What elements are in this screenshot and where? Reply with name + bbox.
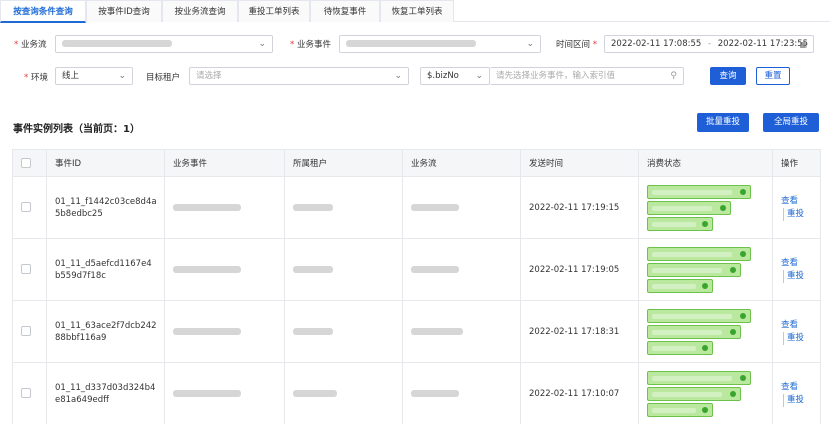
redacted-tenant xyxy=(293,203,333,211)
tab-pending-recovery[interactable]: 待恢复事件 xyxy=(310,0,380,22)
redacted-tenant xyxy=(293,265,333,273)
env-select[interactable]: 线上 ⌄ xyxy=(55,67,133,85)
tenant-label: 目标租户 xyxy=(146,73,181,83)
time-range-label: 时间区间 * xyxy=(556,40,597,50)
status-badge xyxy=(647,262,741,277)
col-event-id: 事件ID xyxy=(46,149,165,177)
query-button[interactable]: 查询 xyxy=(710,67,746,85)
batch-retry-button[interactable]: 批量重投 xyxy=(697,113,749,132)
redacted-value xyxy=(62,40,172,47)
redacted-biz-flow xyxy=(411,389,459,397)
redacted-value xyxy=(346,40,476,47)
list-title: 事件实例列表（当前页：1） xyxy=(13,124,140,135)
tab-by-condition[interactable]: 按查询条件查询 xyxy=(0,0,86,23)
send-time: 2022-02-11 17:18:31 xyxy=(520,300,639,363)
send-time: 2022-02-11 17:10:07 xyxy=(520,362,639,424)
col-send-time: 发送时间 xyxy=(520,149,639,177)
redacted-tenant xyxy=(293,389,337,397)
redacted-tenant xyxy=(293,327,333,335)
reset-button[interactable]: 重置 xyxy=(756,67,790,85)
status-badge xyxy=(647,324,741,339)
status-badge xyxy=(647,386,741,401)
redacted-biz-event xyxy=(173,389,241,397)
redacted-biz-event xyxy=(173,203,241,211)
event-id: 01_11_d337d03d324b4e81a649edff xyxy=(55,382,156,405)
tenant-placeholder: 请选择 xyxy=(196,71,222,81)
time-start: 2022-02-11 17:08:55 xyxy=(611,39,702,49)
tab-bar: 按查询条件查询 按事件ID查询 按业务流查询 重投工单列表 待恢复事件 恢复工单… xyxy=(0,0,830,23)
index-key-select[interactable]: $.bizNo ⌄ xyxy=(420,67,490,85)
retry-link[interactable]: 重投 xyxy=(783,207,820,221)
chevron-down-icon: ⌄ xyxy=(118,71,126,81)
env-value: 线上 xyxy=(62,71,80,81)
row-checkbox[interactable] xyxy=(21,264,31,275)
status-badge xyxy=(647,402,713,417)
col-biz-event: 业务事件 xyxy=(164,149,285,177)
tab-recovery-orders[interactable]: 恢复工单列表 xyxy=(380,0,454,22)
chevron-down-icon: ⌄ xyxy=(526,39,534,49)
status-badge xyxy=(647,216,713,231)
redacted-biz-flow xyxy=(411,327,463,335)
retry-link[interactable]: 重投 xyxy=(783,269,820,283)
biz-event-select[interactable]: ⌄ xyxy=(339,35,541,53)
row-checkbox[interactable] xyxy=(21,202,31,213)
tab-by-event-id[interactable]: 按事件ID查询 xyxy=(86,0,162,22)
biz-flow-label: * 业务流 xyxy=(14,40,47,50)
index-key-value: $.bizNo xyxy=(427,71,459,81)
status-badge xyxy=(647,246,751,261)
tab-by-biz-flow[interactable]: 按业务流查询 xyxy=(162,0,238,22)
event-instance-table: 事件ID 业务事件 所属租户 业务流 发送时间 消费状态 操作 01_11_f1… xyxy=(12,149,821,424)
chevron-down-icon: ⌄ xyxy=(258,39,266,49)
global-retry-button[interactable]: 全局重投 xyxy=(763,113,819,132)
row-checkbox[interactable] xyxy=(21,326,31,337)
table-row: 01_11_d5aefcd1167e4b559d7f18c 2022-02-11… xyxy=(12,238,821,301)
redacted-biz-event xyxy=(173,327,241,335)
status-badge xyxy=(647,370,751,385)
index-value-input[interactable]: 请先选择业务事件，输入索引值 ⚲ xyxy=(490,67,684,85)
view-link[interactable]: 查看 xyxy=(781,257,820,270)
event-id: 01_11_f1442c03ce8d4a5b8edbc25 xyxy=(55,196,157,219)
send-time: 2022-02-11 17:19:15 xyxy=(520,176,639,239)
chevron-down-icon: ⌄ xyxy=(394,71,402,81)
search-icon: ⚲ xyxy=(670,71,677,81)
status-badge xyxy=(647,278,713,293)
event-id: 01_11_63ace2f7dcb24288bbf116a9 xyxy=(55,320,157,343)
index-value-placeholder: 请先选择业务事件，输入索引值 xyxy=(496,71,616,81)
view-link[interactable]: 查看 xyxy=(781,195,820,208)
view-link[interactable]: 查看 xyxy=(781,319,820,332)
select-all-checkbox[interactable] xyxy=(21,157,31,168)
tenant-select[interactable]: 请选择 ⌄ xyxy=(189,67,409,85)
biz-flow-select[interactable]: ⌄ xyxy=(55,35,273,53)
col-tenant: 所属租户 xyxy=(284,149,403,177)
table-row: 01_11_f1442c03ce8d4a5b8edbc25 2022-02-11… xyxy=(12,176,821,239)
col-actions: 操作 xyxy=(772,149,821,177)
status-badge xyxy=(647,200,731,215)
send-time: 2022-02-11 17:19:05 xyxy=(520,238,639,301)
redacted-biz-event xyxy=(173,265,241,273)
status-badge xyxy=(647,340,713,355)
event-id: 01_11_d5aefcd1167e4b559d7f18c xyxy=(55,258,152,281)
retry-link[interactable]: 重投 xyxy=(783,331,820,345)
time-range-picker[interactable]: 2022-02-11 17:08:55 - 2022-02-11 17:23:5… xyxy=(604,35,814,53)
time-end: 2022-02-11 17:23:55 xyxy=(717,39,809,49)
table-row: 01_11_63ace2f7dcb24288bbf116a9 2022-02-1… xyxy=(12,300,821,363)
status-badge xyxy=(647,308,751,323)
row-checkbox[interactable] xyxy=(21,388,31,399)
view-link[interactable]: 查看 xyxy=(781,381,820,394)
retry-link[interactable]: 重投 xyxy=(783,393,820,407)
status-badge xyxy=(647,184,751,199)
biz-event-label: * 业务事件 xyxy=(290,40,331,50)
select-all-cell xyxy=(12,149,47,177)
col-consume-status: 消费状态 xyxy=(638,149,773,177)
tab-retry-orders[interactable]: 重投工单列表 xyxy=(238,0,310,22)
time-separator: - xyxy=(707,39,712,49)
chevron-down-icon: ⌄ xyxy=(475,71,483,81)
table-header-row: 事件ID 业务事件 所属租户 业务流 发送时间 消费状态 操作 xyxy=(12,149,821,177)
redacted-biz-flow xyxy=(411,203,459,211)
env-label: * 环境 xyxy=(24,73,48,83)
redacted-biz-flow xyxy=(411,265,459,273)
calendar-icon: ▦ xyxy=(799,40,807,49)
col-biz-flow: 业务流 xyxy=(402,149,521,177)
table-row: 01_11_d337d03d324b4e81a649edff 2022-02-1… xyxy=(12,362,821,424)
